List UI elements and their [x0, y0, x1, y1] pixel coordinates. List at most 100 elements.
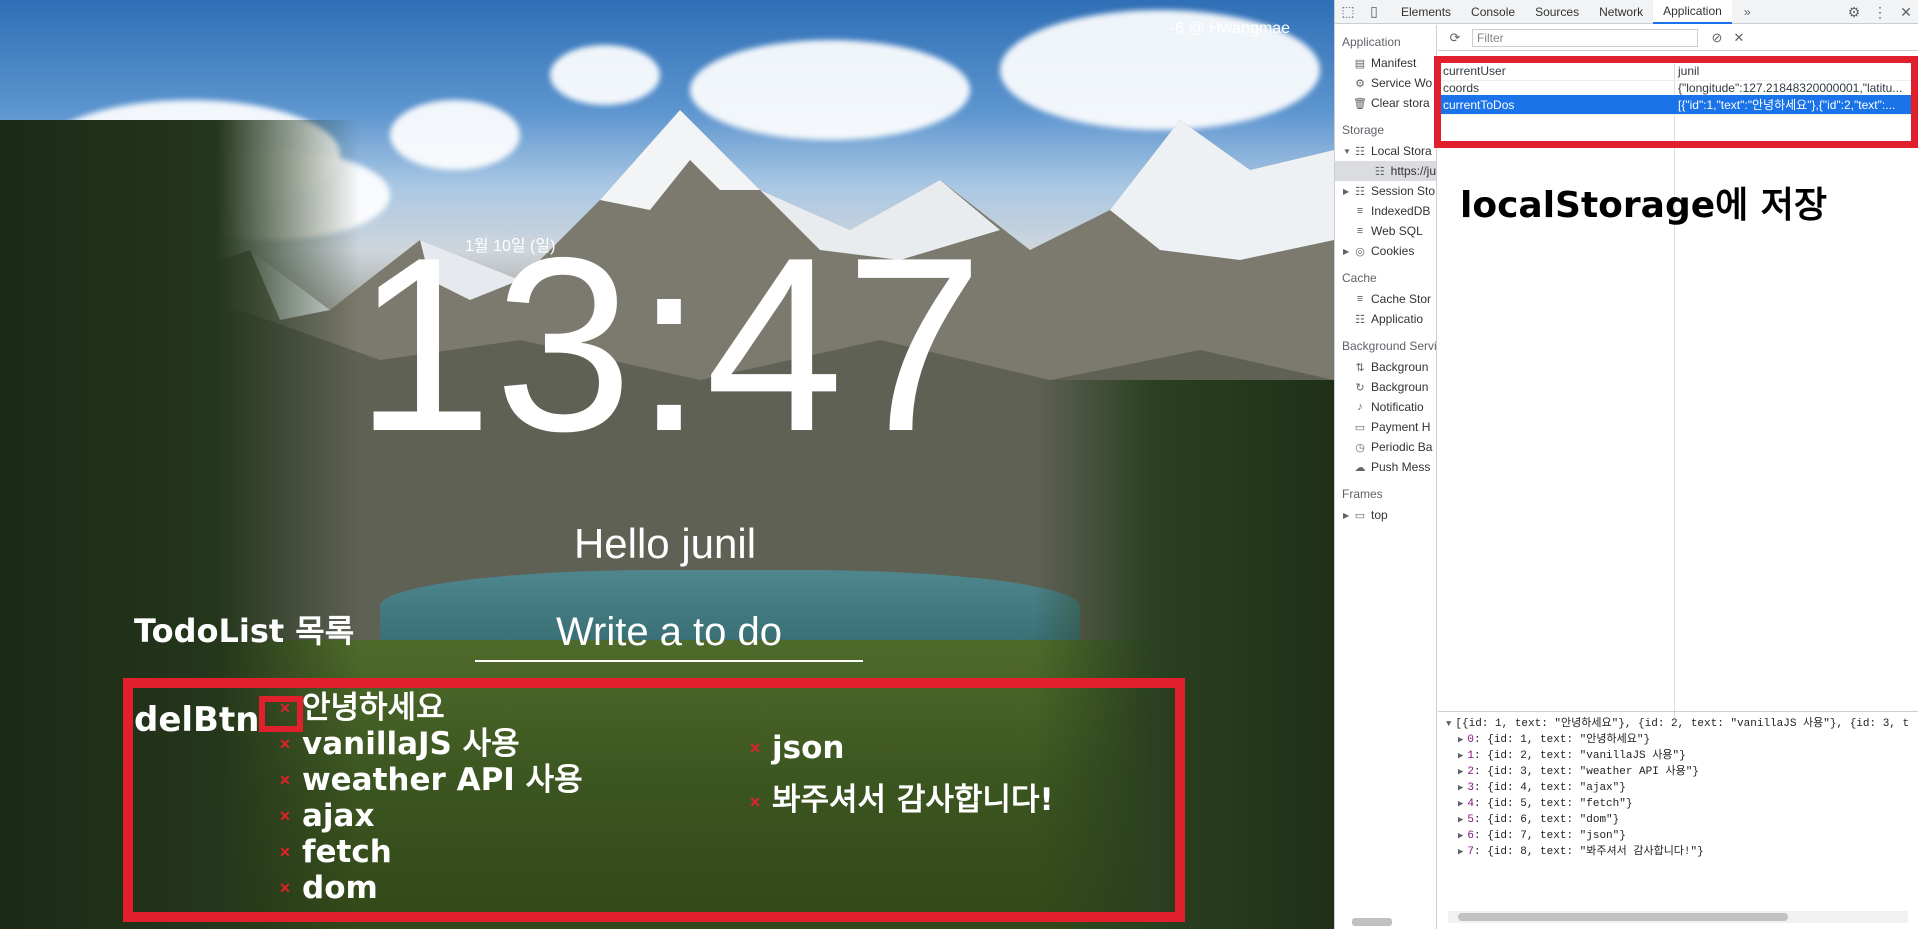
sidebar-item[interactable]: ↻ Backgroun — [1335, 377, 1436, 397]
todo-text: ajax — [302, 798, 375, 834]
sidebar-item[interactable]: ▶ ▭ top — [1335, 505, 1436, 525]
storage-viewer: ⟳ ⊘ ✕ currentUserjunilcoords{"longitude"… — [1438, 25, 1918, 929]
sidebar-item-label: top — [1371, 508, 1388, 522]
sidebar-item[interactable]: ☁ Push Mess — [1335, 457, 1436, 477]
collapsed-caret-icon[interactable]: ▶ — [1458, 847, 1463, 857]
more-tabs-icon[interactable]: » — [1734, 0, 1761, 24]
console-entry-value: {id: 8, text: "봐주셔서 감사합니다!"} — [1487, 846, 1704, 858]
collapsed-caret-icon[interactable]: ▶ — [1458, 815, 1463, 825]
sidebar-scrollbar[interactable] — [1352, 918, 1392, 926]
todo-item: × weather API 사용 — [274, 762, 583, 798]
horizontal-scrollbar[interactable] — [1448, 911, 1908, 923]
sidebar-item-label: Session Sto — [1371, 184, 1436, 198]
delete-todo-button[interactable]: × — [274, 762, 296, 798]
sidebar-item-label: Clear stora — [1371, 96, 1430, 110]
storage-type-icon: ≡ — [1356, 293, 1364, 305]
console-entry-colon: : — [1474, 766, 1488, 778]
sidebar-item[interactable]: ▤ Manifest — [1335, 53, 1436, 73]
todo-list-column-2: × json × 봐주셔서 감사합니다! — [744, 730, 1064, 820]
settings-gear-icon[interactable]: ⚙ — [1841, 0, 1867, 24]
delete-todo-button[interactable]: × — [274, 870, 296, 906]
storage-type-icon: ☷ — [1355, 145, 1365, 158]
collapsed-caret-icon[interactable]: ▶ — [1458, 799, 1463, 809]
todo-form — [475, 604, 863, 662]
todo-input[interactable] — [475, 604, 863, 660]
sidebar-item[interactable]: ◷ Periodic Ba — [1335, 437, 1436, 457]
delete-todo-button[interactable]: × — [274, 798, 296, 834]
tab-sources[interactable]: Sources — [1525, 0, 1589, 24]
console-array-entry[interactable]: ▶ 4: {id: 5, text: "fetch"} — [1438, 796, 1918, 812]
console-array-entry[interactable]: ▶ 0: {id: 1, text: "안녕하세요"} — [1438, 732, 1918, 748]
sidebar-item[interactable]: ≡ Web SQL — [1335, 221, 1436, 241]
sidebar-item-label: Web SQL — [1371, 224, 1423, 238]
sidebar-item[interactable]: ≡ Cache Stor — [1335, 289, 1436, 309]
sidebar-item-label: Backgroun — [1371, 360, 1429, 374]
sidebar-item[interactable]: 🗑 Clear stora — [1335, 93, 1436, 113]
sidebar-item-label: Local Stora — [1371, 144, 1432, 158]
sidebar-item[interactable]: ≡ IndexedDB — [1335, 201, 1436, 221]
tab-network[interactable]: Network — [1589, 0, 1653, 24]
storage-filter-input[interactable] — [1472, 28, 1698, 47]
sidebar-item[interactable]: ▭ Payment H — [1335, 417, 1436, 437]
delete-todo-button[interactable]: × — [274, 834, 296, 870]
console-array-entry[interactable]: ▶ 7: {id: 8, text: "봐주셔서 감사합니다!"} — [1438, 844, 1918, 860]
collapsed-caret-icon[interactable]: ▶ — [1343, 247, 1351, 256]
collapsed-caret-icon[interactable]: ▶ — [1458, 783, 1463, 793]
sidebar-item[interactable]: ▶ ◎ Cookies — [1335, 241, 1436, 261]
inspect-element-icon[interactable]: ⬚ — [1335, 0, 1361, 24]
storage-type-icon: ▭ — [1354, 509, 1366, 522]
sidebar-item-label: Notificatio — [1371, 400, 1424, 414]
clear-all-icon[interactable]: ⊘ — [1706, 30, 1728, 46]
console-entry-value: {id: 2, text: "vanillaJS 사용"} — [1487, 750, 1686, 762]
delete-todo-button[interactable]: × — [744, 784, 766, 820]
console-entry-colon: : — [1474, 782, 1488, 794]
console-entry-value: {id: 3, text: "weather API 사용"} — [1487, 766, 1699, 778]
sidebar-item[interactable]: ▼ ☷ Local Stora — [1335, 141, 1436, 161]
storage-type-icon: ⚙ — [1355, 77, 1365, 90]
local-storage-table: currentUser junil coords {"longitude":127.2… — [1438, 61, 1918, 719]
console-entry-colon: : — [1474, 846, 1488, 858]
devtools-right-icons: ⚙ ⋮ ✕ — [1841, 0, 1918, 24]
kebab-menu-icon[interactable]: ⋮ — [1867, 0, 1893, 24]
close-devtools-icon[interactable]: ✕ — [1893, 0, 1918, 24]
console-entry-colon: : — [1474, 734, 1488, 746]
collapsed-caret-icon[interactable]: ▶ — [1458, 831, 1463, 841]
collapsed-caret-icon[interactable]: ▶ — [1458, 767, 1463, 777]
sidebar-item-label: Cookies — [1371, 244, 1415, 258]
expanded-caret-icon[interactable]: ▼ — [1343, 147, 1351, 156]
console-array-entry[interactable]: ▶ 2: {id: 3, text: "weather API 사용"} — [1438, 764, 1918, 780]
momentum-app: -6 @ Hwangmae 1월 10일 (일) 13:47 Hello jun… — [0, 0, 1334, 929]
tab-application[interactable]: Application — [1653, 0, 1732, 24]
expanded-caret-icon[interactable]: ▼ — [1446, 719, 1451, 729]
sidebar-item[interactable]: ⇅ Backgroun — [1335, 357, 1436, 377]
delete-todo-button[interactable]: × — [744, 730, 766, 766]
console-array-entry[interactable]: ▶ 3: {id: 4, text: "ajax"} — [1438, 780, 1918, 796]
refresh-icon[interactable]: ⟳ — [1444, 30, 1466, 46]
console-array-entry[interactable]: ▶ 5: {id: 6, text: "dom"} — [1438, 812, 1918, 828]
sidebar-item-label: Applicatio — [1371, 312, 1424, 326]
tab-console[interactable]: Console — [1461, 0, 1525, 24]
console-array-entry[interactable]: ▶ 1: {id: 2, text: "vanillaJS 사용"} — [1438, 748, 1918, 764]
devtools-tabbar: ⬚ ▯ Elements Console Sources Network Applica… — [1335, 0, 1918, 24]
todo-item: × ajax — [274, 798, 583, 834]
console-array-summary[interactable]: ▼ [{id: 1, text: "안녕하세요"}, {id: 2, text: … — [1438, 716, 1918, 732]
collapsed-caret-icon[interactable]: ▶ — [1343, 187, 1351, 196]
tab-elements[interactable]: Elements — [1391, 0, 1461, 24]
sidebar-item[interactable]: ▶ ☷ Session Sto — [1335, 181, 1436, 201]
scrollbar-thumb[interactable] — [1458, 913, 1788, 921]
console-array-entry[interactable]: ▶ 6: {id: 7, text: "json"} — [1438, 828, 1918, 844]
sidebar-item-label: IndexedDB — [1371, 204, 1431, 218]
sidebar-item[interactable]: ☷ https://ju — [1335, 161, 1436, 181]
storage-type-icon: ◎ — [1355, 245, 1365, 258]
collapsed-caret-icon[interactable]: ▶ — [1458, 751, 1463, 761]
sidebar-item[interactable]: ⚙ Service Wo — [1335, 73, 1436, 93]
collapsed-caret-icon[interactable]: ▶ — [1458, 735, 1463, 745]
device-toolbar-icon[interactable]: ▯ — [1361, 0, 1387, 24]
todo-item: × json — [744, 730, 1064, 766]
storage-type-icon: 🗑 — [1353, 97, 1367, 110]
sidebar-item[interactable]: ♪ Notificatio — [1335, 397, 1436, 417]
storage-type-icon: ☷ — [1355, 313, 1365, 326]
collapsed-caret-icon[interactable]: ▶ — [1343, 511, 1351, 520]
sidebar-item[interactable]: ☷ Applicatio — [1335, 309, 1436, 329]
delete-selected-icon[interactable]: ✕ — [1728, 30, 1750, 46]
